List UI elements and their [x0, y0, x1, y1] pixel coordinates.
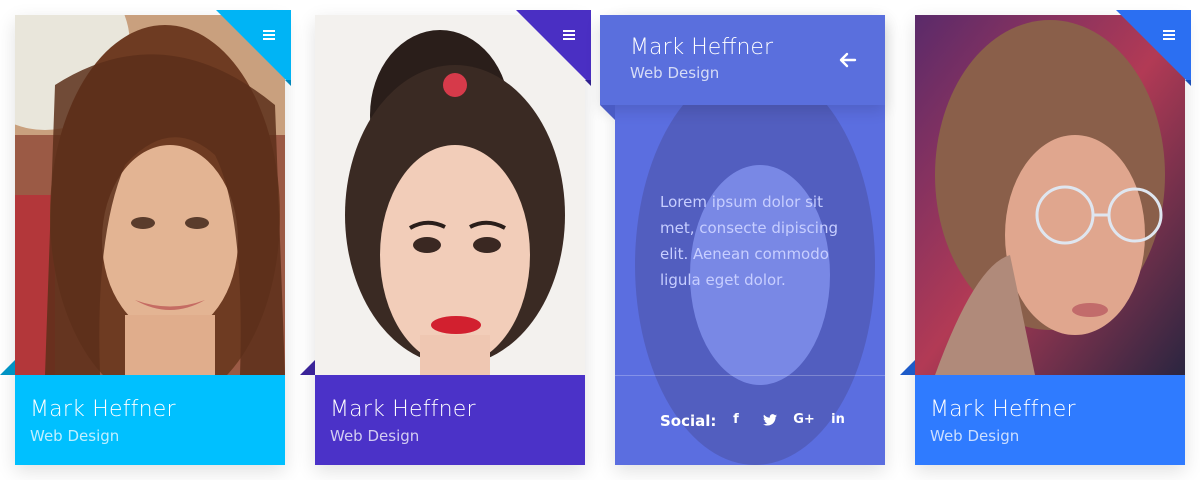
twitter-icon[interactable]	[759, 411, 781, 429]
facebook-icon[interactable]: f	[725, 411, 747, 429]
hamburger-icon[interactable]	[563, 30, 575, 40]
card-footer: Mark Heffner Web Design	[915, 375, 1185, 465]
google-plus-icon[interactable]: G+	[793, 411, 815, 429]
member-role: Web Design	[30, 427, 120, 445]
detail-header: Mark Heffner Web Design	[600, 15, 885, 105]
hamburger-icon[interactable]	[263, 30, 275, 40]
footer-fold	[0, 360, 15, 375]
member-role: Web Design	[630, 64, 720, 82]
card-footer: Mark Heffner Web Design	[15, 375, 285, 465]
corner-ribbon[interactable]	[516, 10, 591, 86]
footer-fold	[900, 360, 915, 375]
team-card-4: Mark Heffner Web Design	[900, 10, 1191, 465]
member-role: Web Design	[330, 427, 420, 445]
member-name: Mark Heffner	[30, 397, 176, 422]
header-fold	[600, 105, 615, 120]
footer-fold	[300, 360, 315, 375]
corner-ribbon[interactable]	[216, 10, 291, 86]
linkedin-icon[interactable]: in	[827, 411, 849, 429]
divider	[615, 375, 885, 376]
card-footer: Mark Heffner Web Design	[315, 375, 585, 465]
team-card-3-detail: Mark Heffner Web Design Lorem ipsum dolo…	[600, 15, 885, 465]
team-card-1: Mark Heffner Web Design	[0, 10, 291, 465]
member-description: Lorem ipsum dolor sit met, consecte dipi…	[660, 193, 838, 289]
social-label: Social:	[660, 412, 717, 430]
member-name: Mark Heffner	[630, 35, 773, 60]
social-links: f G+ in	[725, 411, 849, 429]
member-name: Mark Heffner	[330, 397, 476, 422]
member-role: Web Design	[930, 427, 1020, 445]
team-card-2: Mark Heffner Web Design	[300, 10, 591, 465]
member-name: Mark Heffner	[930, 397, 1076, 422]
corner-ribbon[interactable]	[1116, 10, 1191, 86]
hamburger-icon[interactable]	[1163, 30, 1175, 40]
arrow-left-icon[interactable]	[839, 51, 857, 69]
